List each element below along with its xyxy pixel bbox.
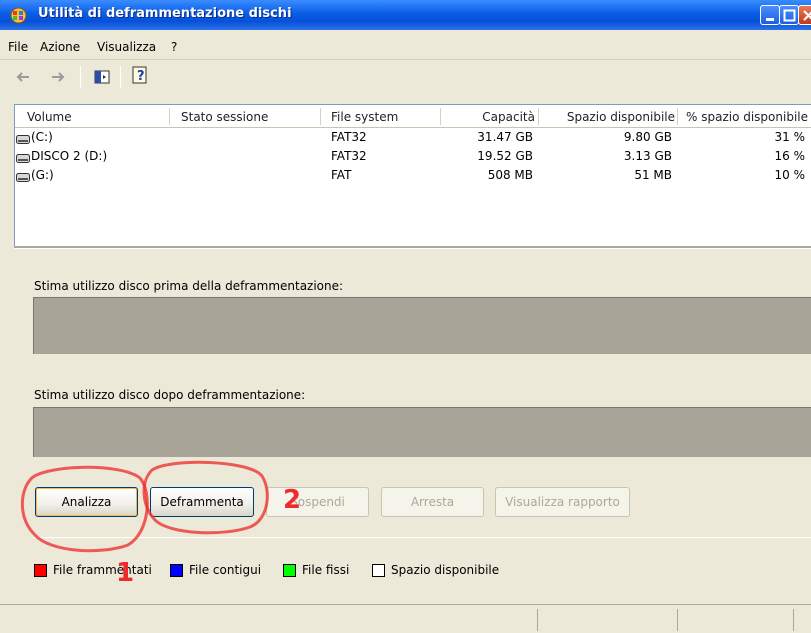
menu-visualizza[interactable]: Visualizza: [97, 40, 156, 54]
free-space-cell: 3.13 GB: [623, 149, 672, 163]
view-report-button[interactable]: Visualizza rapporto: [495, 487, 630, 517]
list-header: Volume Stato sessione File system Capaci…: [15, 106, 811, 128]
column-divider[interactable]: [320, 108, 321, 125]
forward-arrow-icon[interactable]: [49, 68, 67, 89]
list-row-c[interactable]: (C:) FAT32 31.47 GB 9.80 GB 31 %: [15, 129, 811, 148]
column-divider[interactable]: [169, 108, 170, 125]
splitter[interactable]: [14, 246, 811, 249]
estimate-after-label: Stima utilizzo disco dopo deframmentazio…: [34, 388, 306, 402]
hard-drive-icon: [16, 152, 30, 163]
stop-button[interactable]: Arresta: [381, 487, 484, 517]
legend-label-fragmented: File frammentati: [53, 563, 152, 577]
list-row-d[interactable]: DISCO 2 (D:) FAT32 19.52 GB 3.13 GB 16 %: [15, 148, 811, 167]
column-capacity[interactable]: Capacità: [475, 110, 535, 124]
column-filesystem[interactable]: File system: [331, 110, 398, 124]
menu-help[interactable]: ?: [171, 40, 177, 54]
column-status[interactable]: Stato sessione: [181, 110, 268, 124]
volume-cell: DISCO 2 (D:): [31, 149, 108, 163]
hard-drive-icon: [16, 171, 30, 182]
status-pane-divider: [793, 609, 794, 631]
maximize-button[interactable]: [779, 5, 799, 25]
help-icon[interactable]: ?: [130, 64, 152, 89]
estimate-before-bar: [33, 297, 811, 354]
legend-label-unmovable: File fissi: [302, 563, 350, 577]
capacity-cell: 31.47 GB: [477, 130, 533, 144]
hard-drive-icon: [16, 133, 30, 144]
capacity-cell: 19.52 GB: [477, 149, 533, 163]
filesystem-cell: FAT: [331, 168, 352, 182]
legend-swatch-fragmented: [34, 564, 47, 577]
svg-text:?: ?: [137, 69, 145, 84]
list-row-g[interactable]: (G:) FAT 508 MB 51 MB 10 %: [15, 167, 811, 186]
defrag-app-icon: [10, 7, 27, 24]
toolbar: ?: [0, 62, 811, 94]
status-bar: [0, 604, 811, 633]
free-space-cell: 51 MB: [634, 168, 672, 182]
free-percent-cell: 16 %: [774, 149, 806, 163]
console-tree-icon[interactable]: [93, 68, 111, 89]
close-button[interactable]: [798, 5, 811, 25]
defragment-button[interactable]: Deframmenta: [150, 487, 254, 517]
legend-swatch-contiguous: [170, 564, 183, 577]
menu-azione[interactable]: Azione: [40, 40, 80, 54]
menu-bar: File Azione Visualizza ?: [0, 30, 811, 60]
title-bar: Utilità di deframmentazione dischi: [0, 0, 811, 30]
window-title: Utilità di deframmentazione dischi: [38, 6, 292, 21]
legend-divider: [33, 537, 811, 538]
column-divider[interactable]: [677, 108, 678, 125]
free-space-cell: 9.80 GB: [623, 130, 672, 144]
column-free-percent[interactable]: % spazio disponibile: [679, 110, 808, 124]
volume-cell: (G:): [31, 168, 54, 182]
toolbar-separator: [120, 66, 121, 88]
free-percent-cell: 31 %: [774, 130, 806, 144]
toolbar-separator: [80, 66, 81, 88]
capacity-cell: 508 MB: [487, 168, 533, 182]
column-volume[interactable]: Volume: [27, 110, 72, 124]
filesystem-cell: FAT32: [331, 130, 367, 144]
legend-swatch-free-space: [372, 564, 385, 577]
pause-button[interactable]: Sospendi: [266, 487, 369, 517]
estimate-after-bar: [33, 407, 811, 457]
column-divider[interactable]: [538, 108, 539, 125]
column-divider[interactable]: [440, 108, 441, 125]
free-percent-cell: 10 %: [774, 168, 806, 182]
analyze-button[interactable]: Analizza: [35, 487, 138, 517]
estimate-before-label: Stima utilizzo disco prima della deframm…: [34, 279, 344, 293]
status-pane-divider: [677, 609, 678, 631]
legend-swatch-unmovable: [283, 564, 296, 577]
minimize-button[interactable]: [760, 5, 780, 25]
legend-label-contiguous: File contigui: [189, 563, 262, 577]
volume-cell: (C:): [31, 130, 53, 144]
status-pane-divider: [537, 609, 538, 631]
legend-label-free-space: Spazio disponibile: [391, 563, 500, 577]
column-free-space[interactable]: Spazio disponibile: [543, 110, 675, 124]
filesystem-cell: FAT32: [331, 149, 367, 163]
volume-list: Volume Stato sessione File system Capaci…: [14, 104, 811, 246]
back-arrow-icon[interactable]: [14, 68, 32, 89]
menu-file[interactable]: File: [8, 40, 28, 54]
